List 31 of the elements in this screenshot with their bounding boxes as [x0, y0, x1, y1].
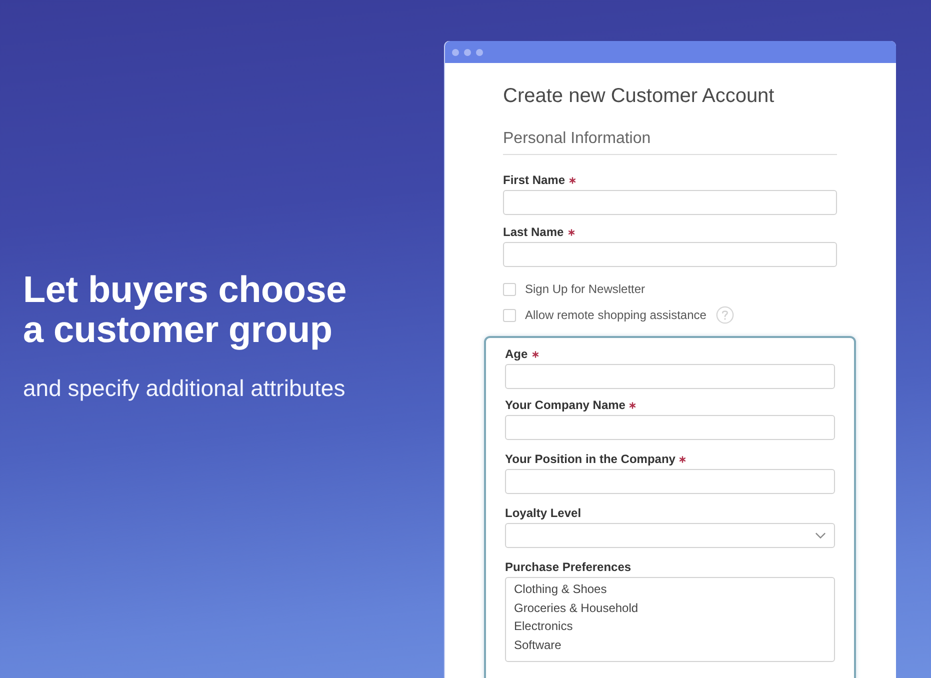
field-label: First Name [503, 173, 566, 187]
text-field[interactable] [505, 364, 835, 389]
field-label: Purchase Preferences [505, 560, 632, 574]
headline: Let buyers choose a customer group [23, 270, 347, 350]
window-dot-icon[interactable] [476, 48, 483, 56]
window-dot-icon[interactable] [452, 48, 459, 56]
field-label: Your Company Name [505, 398, 626, 412]
section-heading: Personal Information [503, 129, 837, 155]
checkbox-label[interactable]: Sign Up for Newsletter [525, 282, 646, 296]
list-option[interactable]: Clothing & Shoes [506, 580, 834, 599]
field-label: Loyalty Level [505, 506, 582, 520]
text-field[interactable] [503, 190, 837, 215]
list-option[interactable]: Electronics [506, 617, 834, 636]
text-field[interactable] [505, 415, 835, 440]
checkbox-label[interactable]: Allow remote shopping assistance [525, 308, 706, 322]
text-field[interactable] [503, 242, 837, 267]
text-field[interactable] [505, 469, 835, 494]
window-dot-icon[interactable] [464, 48, 471, 56]
help-icon[interactable] [716, 306, 734, 324]
chevron-down-icon [815, 532, 826, 539]
list-option[interactable]: Software [506, 636, 834, 654]
checkbox[interactable] [503, 308, 516, 322]
dropdown-field[interactable] [505, 523, 835, 548]
list-option[interactable]: Groceries & Household [506, 598, 834, 618]
form-title: Create new Customer Account [503, 84, 776, 109]
list-box[interactable]: Clothing & Shoes Groceries & Household Electronics Software [505, 577, 835, 662]
subtitle: and specify additional attributes [23, 375, 346, 402]
field-label: Last Name [503, 225, 564, 239]
field-label: Your Position in the Company [505, 452, 676, 466]
checkbox[interactable] [503, 282, 516, 296]
field-label: Age [505, 347, 528, 361]
